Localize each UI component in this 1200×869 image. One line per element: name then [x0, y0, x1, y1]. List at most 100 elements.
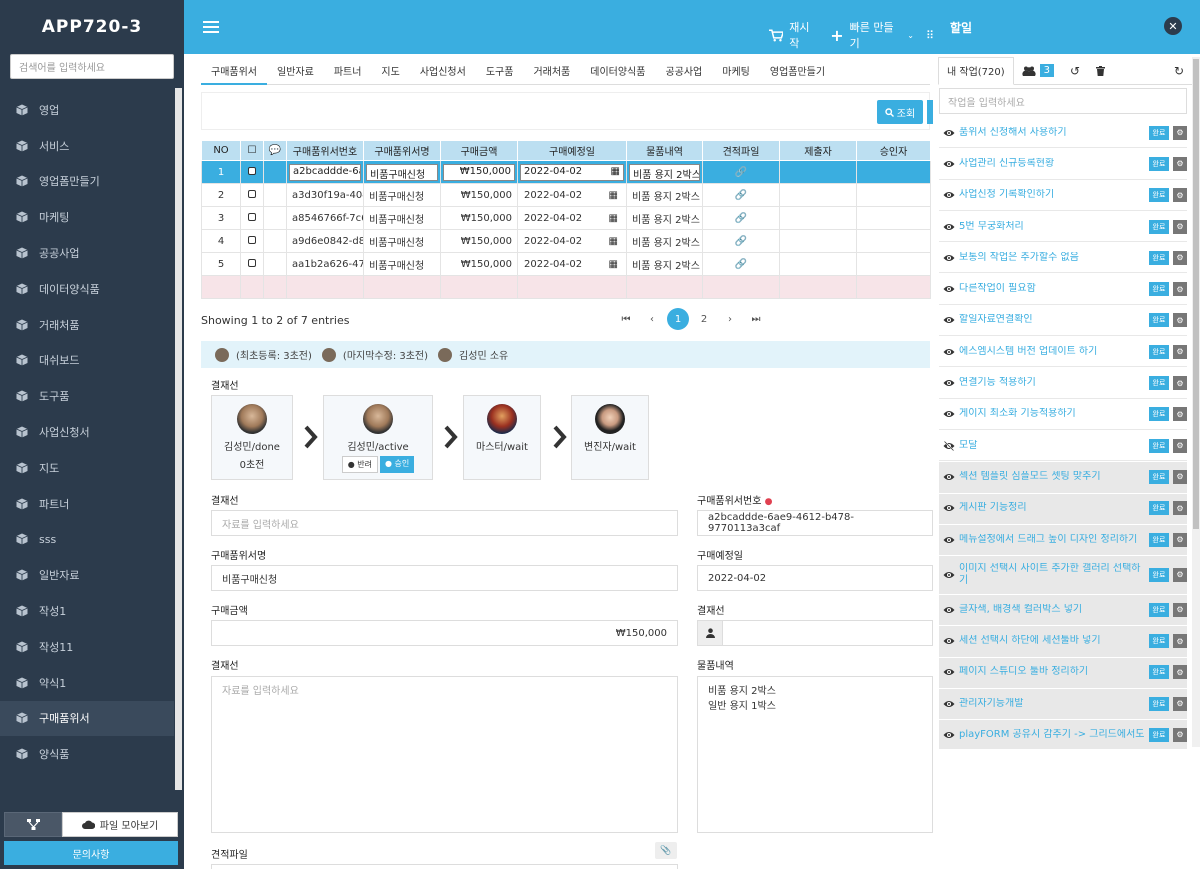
complete-button[interactable]: 완료 [1149, 532, 1169, 547]
todo-item-text[interactable]: 보통의 작업은 추가할수 없음 [959, 252, 1147, 264]
complete-button[interactable]: 완료 [1149, 501, 1169, 516]
eye-icon[interactable] [943, 128, 955, 138]
eye-icon[interactable] [943, 535, 955, 545]
gear-icon[interactable]: ⚙ [1173, 344, 1187, 359]
grid-icon[interactable]: ⠿ [926, 29, 934, 42]
complete-button[interactable]: 완료 [1149, 567, 1169, 582]
complete-button[interactable]: 완료 [1149, 188, 1169, 203]
todo-item[interactable]: 이미지 선택시 사이트 추가한 갤러리 선택하기 완료 ⚙ [939, 556, 1187, 595]
gear-icon[interactable]: ⚙ [1173, 727, 1187, 742]
gear-icon[interactable]: ⚙ [1173, 469, 1187, 484]
complete-button[interactable]: 완료 [1149, 602, 1169, 617]
cell-input[interactable]: a2bcaddde-6ae9-4612-b478 [289, 163, 361, 181]
memo-textarea[interactable]: 자료를 입력하세요 [211, 676, 678, 833]
sidebar-item-7[interactable]: 대쉬보드 [0, 343, 174, 379]
eye-icon[interactable] [943, 190, 955, 200]
eye-icon[interactable] [943, 253, 955, 263]
cell-input[interactable]: 비품구매신청 [366, 163, 438, 181]
todo-item-text[interactable]: 섹션 템플릿 심플모드 셋팅 맞추기 [959, 471, 1147, 483]
eye-icon[interactable] [943, 378, 955, 388]
tab-group[interactable]: 3 [1014, 57, 1062, 85]
eye-icon[interactable] [943, 699, 955, 709]
sidebar-item-9[interactable]: 사업신청서 [0, 414, 174, 450]
sidebar-item-5[interactable]: 데이터양식품 [0, 271, 174, 307]
row-checkbox[interactable] [248, 258, 256, 267]
search-button[interactable]: 조회 [877, 100, 923, 124]
table-row[interactable]: 1 a2bcaddde-6ae9-4612-b478 비품구매신청 ₩150,000 2… [201, 160, 931, 184]
quote-file-field[interactable] [211, 864, 678, 869]
tab-5[interactable]: 도구품 [476, 60, 524, 85]
tab-1[interactable]: 일반자료 [267, 60, 324, 85]
prev-page-icon[interactable]: ‹ [641, 308, 663, 330]
tab-8[interactable]: 공공사업 [655, 60, 712, 85]
refresh-icon[interactable]: ↻ [1166, 57, 1192, 85]
sidebar-item-13[interactable]: 일반자료 [0, 557, 174, 593]
todo-item[interactable]: 메뉴설정에서 드래그 높이 디자인 정리하기 완료 ⚙ [939, 524, 1187, 556]
column-header[interactable]: NO [201, 140, 241, 161]
complete-button[interactable]: 완료 [1149, 219, 1169, 234]
cell-input[interactable]: 비품 용지 2박스 [629, 163, 700, 181]
gear-icon[interactable]: ⚙ [1173, 313, 1187, 328]
row-checkbox[interactable] [248, 212, 256, 221]
complete-button[interactable]: 완료 [1149, 407, 1169, 422]
todo-item[interactable]: 5번 무궁화처리 완료 ⚙ [939, 212, 1187, 243]
sidebar-item-1[interactable]: 서비스 [0, 128, 174, 164]
todo-item-text[interactable]: 메뉴설정에서 드래그 높이 디자인 정리하기 [959, 534, 1147, 546]
calendar-icon[interactable]: ▦ [609, 236, 618, 247]
todo-item[interactable]: 글자색, 배경색 컬러박스 넣기 완료 ⚙ [939, 595, 1187, 626]
column-header[interactable]: 구매금액 [440, 140, 518, 161]
gear-icon[interactable]: ⚙ [1173, 501, 1187, 516]
tab-my-tasks[interactable]: 내 작업(720) [938, 56, 1014, 85]
gear-icon[interactable]: ⚙ [1173, 438, 1187, 453]
todo-item-text[interactable]: playFORM 공유시 감추기 -> 그리드에서도 [959, 729, 1147, 741]
eye-icon[interactable] [943, 222, 955, 232]
calendar-icon[interactable]: ▦ [609, 213, 618, 224]
gear-icon[interactable]: ⚙ [1173, 156, 1187, 171]
gear-icon[interactable]: ⚙ [1173, 376, 1187, 391]
todo-scrollbar[interactable] [1192, 57, 1200, 747]
todo-item[interactable]: 게이지 최소화 기능적용하기 완료 ⚙ [939, 400, 1187, 430]
eye-icon[interactable] [943, 315, 955, 325]
gear-icon[interactable]: ⚙ [1173, 125, 1187, 140]
complete-button[interactable]: 완료 [1149, 282, 1169, 297]
table-row[interactable]: 4 a9d6e0842-d8 비품구매신청 ₩150,000 2022-04-02 ▦ 비품… [201, 229, 931, 253]
todo-item[interactable]: playFORM 공유시 감추기 -> 그리드에서도 완료 ⚙ [939, 720, 1187, 749]
todo-item-text[interactable]: 에스엠시스템 버전 업데이트 하기 [959, 346, 1147, 358]
sidebar-item-hidden[interactable] [0, 82, 174, 92]
eye-icon[interactable] [943, 409, 955, 419]
cell-input[interactable]: ₩150,000 [443, 163, 515, 181]
todo-item[interactable]: 보통의 작업은 추가할수 없음 완료 ⚙ [939, 243, 1187, 274]
date-input[interactable]: 2022-04-02 ▦ [520, 163, 624, 181]
tab-4[interactable]: 사업신청서 [410, 60, 476, 85]
table-row[interactable]: 2 a3d30f19a-404 비품구매신청 ₩150,000 2022-04-02 ▦ 비… [201, 183, 931, 207]
column-header[interactable]: 견적파일 [702, 140, 780, 161]
eye-icon[interactable] [943, 667, 955, 677]
file-collect-button[interactable]: 파일 모아보기 [62, 812, 178, 837]
sidebar-item-14[interactable]: 작성1 [0, 593, 174, 629]
complete-button[interactable]: 완료 [1149, 156, 1169, 171]
todo-item-text[interactable]: 사업관리 신규등록현황 [959, 158, 1147, 170]
todo-item[interactable]: 사업관리 신규등록현황 완료 ⚙ [939, 149, 1187, 180]
first-page-icon[interactable]: ⏮ [615, 308, 637, 330]
eye-icon[interactable] [943, 284, 955, 294]
complete-button[interactable]: 완료 [1149, 376, 1169, 391]
sitemap-button[interactable] [4, 812, 62, 837]
last-page-icon[interactable]: ⏭ [745, 308, 767, 330]
todo-item-text[interactable]: 할일자료연결확인 [959, 314, 1147, 326]
row-checkbox[interactable] [248, 166, 256, 175]
menu-toggle-icon[interactable] [203, 21, 219, 33]
todo-item-text[interactable]: 모달 [959, 440, 1147, 452]
todo-item[interactable]: 게시판 기능정리 완료 ⚙ [939, 493, 1187, 524]
sidebar-item-18[interactable]: 양식품 [0, 736, 174, 772]
complete-button[interactable]: 완료 [1149, 634, 1169, 649]
page-1-button[interactable]: 1 [667, 308, 689, 330]
approval-line-input[interactable]: 자료를 입력하세요 [211, 510, 678, 536]
gear-icon[interactable]: ⚙ [1173, 567, 1187, 582]
sidebar-item-4[interactable]: 공공사업 [0, 235, 174, 271]
complete-button[interactable]: 완료 [1149, 665, 1169, 680]
eye-icon[interactable] [943, 159, 955, 169]
restart-button[interactable]: 재시작 [789, 19, 818, 51]
sidebar-item-8[interactable]: 도구품 [0, 378, 174, 414]
row-checkbox[interactable] [248, 189, 256, 198]
calendar-icon[interactable]: ▦ [609, 259, 618, 270]
